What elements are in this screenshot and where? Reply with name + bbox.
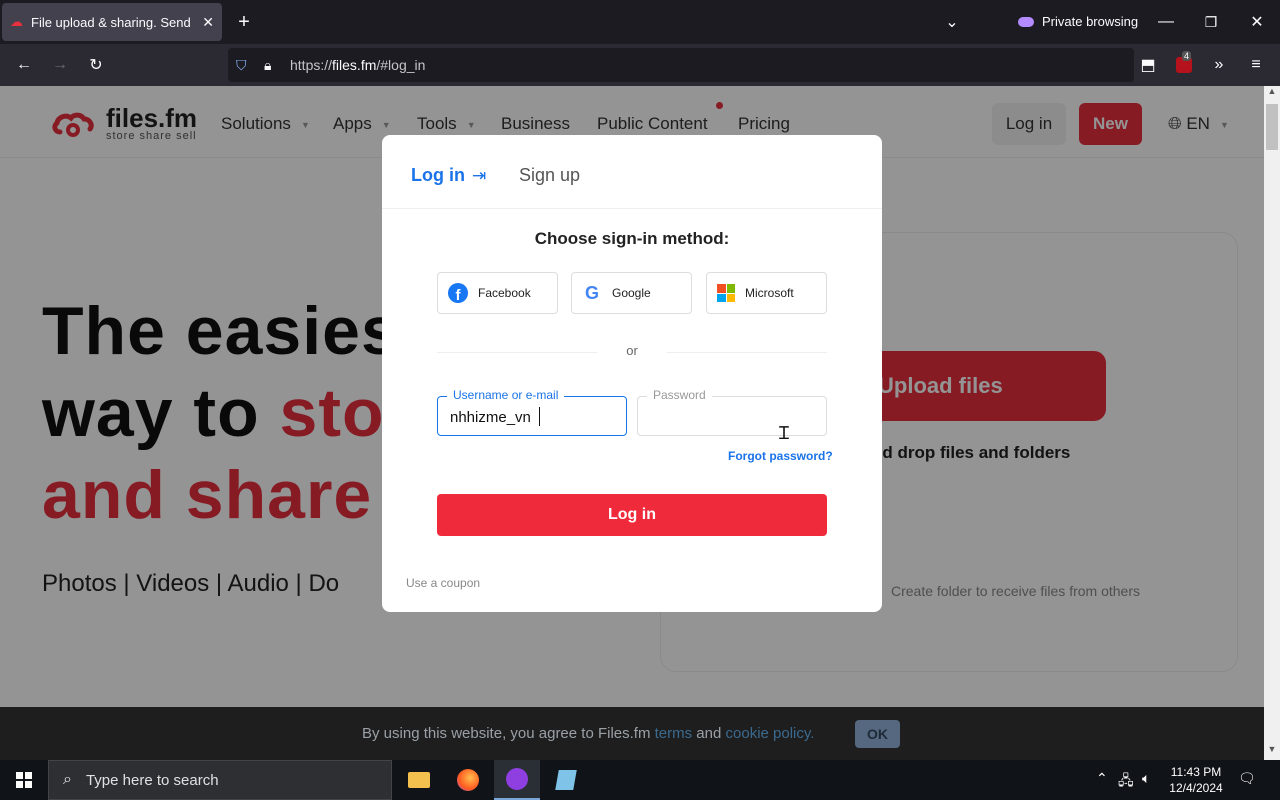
password-label: Password <box>647 388 712 402</box>
tracking-shield-icon[interactable]: ⛉ <box>236 57 247 74</box>
forgot-password-link[interactable]: Forgot password? <box>728 449 833 463</box>
text-caret <box>539 407 540 426</box>
tab-close-icon[interactable]: ✕ <box>202 14 214 31</box>
username-value: nhhizme_vn <box>450 409 531 426</box>
overflow-chevrons-icon[interactable]: » <box>1209 55 1229 75</box>
search-icon: ⌕ <box>63 771 72 788</box>
url-bar[interactable]: ⛉ 🔒︎ https://files.fm/#log_in <box>228 48 1134 82</box>
or-divider: or <box>437 343 827 361</box>
tray-chevron-icon[interactable]: ⌃ <box>1096 770 1108 787</box>
start-button[interactable] <box>0 760 48 800</box>
browser-tab-active[interactable]: ☁ File upload & sharing. Send lar ✕ <box>2 3 222 41</box>
scrollbar-thumb[interactable] <box>1266 104 1278 150</box>
notepad-icon[interactable] <box>543 760 589 800</box>
cookie-consent-bar: By using this website, you agree to File… <box>0 707 1264 760</box>
cookie-policy-link[interactable]: cookie policy. <box>726 725 815 742</box>
scroll-down-icon[interactable]: ▼ <box>1266 744 1278 758</box>
terms-link[interactable]: terms <box>655 725 693 742</box>
scroll-up-icon[interactable]: ▲ <box>1266 86 1278 100</box>
private-mask-icon <box>1018 16 1034 27</box>
clock-date: 12/4/2024 <box>1169 781 1223 795</box>
extensions-icon[interactable]: ⬒ <box>1138 55 1158 75</box>
list-tabs-chevron-icon[interactable]: ⌄ <box>942 12 962 32</box>
sign-in-arrow-icon: ⇥ <box>472 166 487 185</box>
forward-icon[interactable]: → <box>50 55 70 75</box>
lock-icon[interactable]: 🔒︎ <box>264 57 271 74</box>
tab-signup[interactable]: Sign up <box>519 165 580 186</box>
network-icon[interactable]: 🖧︎ <box>1118 770 1134 794</box>
login-modal: Log in ⇥ Sign up Choose sign-in method: … <box>382 135 882 612</box>
reload-icon[interactable]: ↻ <box>86 55 106 75</box>
minimize-icon[interactable]: — <box>1156 12 1176 32</box>
url-text: https://files.fm/#log_in <box>290 57 426 73</box>
modal-login-button[interactable]: Log in <box>437 494 827 536</box>
new-tab-icon[interactable]: + <box>232 11 256 33</box>
restore-icon[interactable]: ❐ <box>1201 12 1221 32</box>
volume-muted-icon[interactable]: 🔈︎ <box>1142 770 1150 787</box>
username-label: Username or e-mail <box>447 388 565 402</box>
microsoft-label: Microsoft <box>745 286 794 300</box>
microsoft-icon <box>717 284 735 302</box>
tray-clock[interactable]: 11:43 PM 12/4/2024 <box>1168 764 1224 796</box>
facebook-login-button[interactable]: f Facebook <box>437 272 558 314</box>
tab-login[interactable]: Log in <box>411 165 465 186</box>
cookie-text: By using this website, you agree to File… <box>362 725 815 742</box>
google-icon: G <box>584 282 599 303</box>
password-input[interactable] <box>637 396 827 436</box>
tab-favicon-icon: ☁ <box>10 14 23 29</box>
use-coupon-link[interactable]: Use a coupon <box>406 576 480 590</box>
extension-badge: 4 <box>1182 51 1192 61</box>
browser-tab-bar: ☁ File upload & sharing. Send lar ✕ + ⌄ … <box>0 0 1280 44</box>
tab-title: File upload & sharing. Send lar <box>31 14 195 30</box>
cookie-ok-button[interactable]: OK <box>855 720 900 748</box>
taskbar-search[interactable]: ⌕ Type here to search <box>48 760 392 800</box>
menu-hamburger-icon[interactable]: ≡ <box>1246 55 1266 75</box>
private-browsing-indicator: Private browsing <box>1018 14 1138 29</box>
notifications-icon[interactable]: 🗨︎ <box>1238 770 1256 787</box>
microsoft-login-button[interactable]: Microsoft <box>706 272 827 314</box>
firefox-icon[interactable] <box>445 760 491 800</box>
back-icon[interactable]: ← <box>14 55 34 75</box>
facebook-icon: f <box>448 283 468 303</box>
page-content: files.fm store share sell Solutions ▼ App… <box>0 86 1264 707</box>
google-login-button[interactable]: G Google <box>571 272 692 314</box>
sign-in-method-title: Choose sign-in method: <box>534 229 730 248</box>
windows-logo-icon <box>16 772 32 788</box>
private-browsing-label: Private browsing <box>1042 14 1139 29</box>
file-explorer-icon[interactable] <box>396 760 442 800</box>
or-text: or <box>626 343 638 358</box>
clock-time: 11:43 PM <box>1170 765 1222 779</box>
text-cursor-icon: Ɪ <box>779 423 790 443</box>
windows-taskbar: ⌕ Type here to search ⌃ 🖧︎ 🔈︎ 11:43 PM 1… <box>0 760 1280 800</box>
page-scrollbar[interactable] <box>1264 86 1280 760</box>
facebook-label: Facebook <box>478 286 531 300</box>
search-placeholder: Type here to search <box>85 771 219 789</box>
modal-tabs: Log in ⇥ Sign up <box>382 135 882 209</box>
firefox-private-icon[interactable] <box>494 760 540 800</box>
window-close-icon[interactable]: ✕ <box>1247 12 1267 32</box>
google-label: Google <box>612 286 651 300</box>
